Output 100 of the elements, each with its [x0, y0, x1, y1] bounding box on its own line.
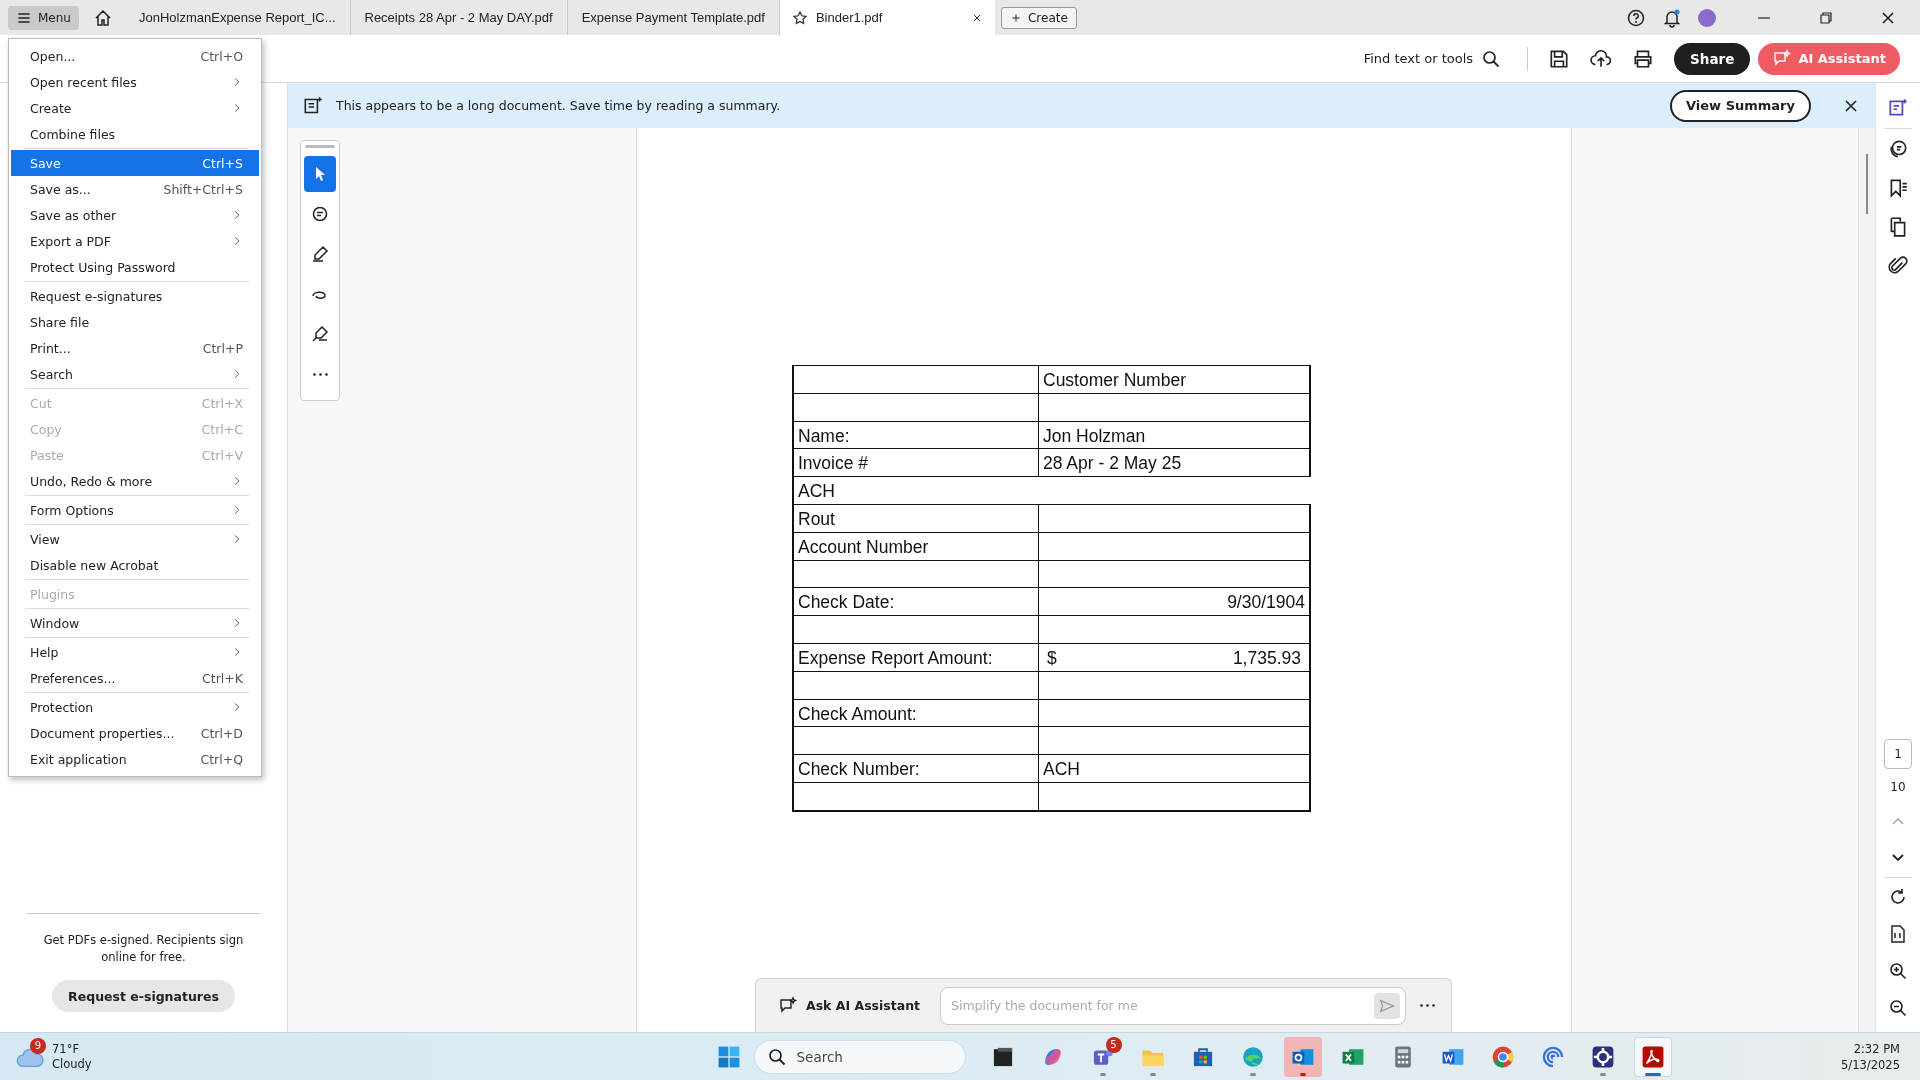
banner-text: This appears to be a long document. Save time by reading a summary.	[336, 98, 781, 113]
menu-item[interactable]: Open recent files	[11, 69, 259, 95]
menu-item[interactable]: Create	[11, 95, 259, 121]
zoom-out-icon[interactable]	[1888, 998, 1908, 1018]
table-cell-text: ACH	[797, 480, 836, 504]
comment-icon[interactable]	[1887, 138, 1909, 160]
weather-text: Cloudy	[52, 1056, 92, 1072]
taskbar-search-field[interactable]: Search	[753, 1039, 966, 1074]
search-icon	[1481, 48, 1502, 69]
prompt-field[interactable]: Simplify the document for me	[940, 986, 1406, 1025]
avatar[interactable]	[1698, 8, 1716, 27]
menu-item[interactable]: Window	[11, 610, 259, 639]
promo-text: Get PDFs e-signed. Recipients sign online for free.	[43, 932, 244, 966]
highlighter-icon	[310, 244, 330, 264]
table-cell: Rout	[794, 505, 1039, 532]
page-count: 10	[1890, 780, 1906, 794]
taskbar-button[interactable]	[1633, 1036, 1672, 1077]
menu-item[interactable]: Exit application Ctrl+Q	[11, 746, 259, 772]
notification-badge: 5	[1105, 1036, 1122, 1053]
menu-item[interactable]: Print... Ctrl+P	[11, 335, 259, 361]
menu-item[interactable]: Preferences... Ctrl+K	[11, 665, 259, 694]
menu-item[interactable]: Save Ctrl+S	[11, 150, 259, 176]
menu-item[interactable]: Disable new Acrobat	[11, 552, 259, 581]
running-indicator	[1599, 1072, 1606, 1076]
menu-item[interactable]: Request e-signatures	[11, 283, 259, 309]
menu-item[interactable]: Open... Ctrl+O	[11, 43, 259, 69]
table-cell: Invoice #	[794, 449, 1039, 477]
page-number-field[interactable]: 1	[1884, 739, 1912, 769]
table-cell: Account Number	[794, 532, 1039, 560]
tab[interactable]: JonHolzmanExpense Report_IC...	[124, 0, 351, 35]
clock-time: 2:32 PM	[1853, 1040, 1900, 1057]
menu-item[interactable]: Protection	[11, 694, 259, 720]
create-button[interactable]: Create	[1000, 6, 1077, 29]
table-cell: Expense Report Amount:	[794, 643, 1039, 671]
shortcut-text: Ctrl+S	[202, 155, 243, 171]
notification-badge: 9	[30, 1037, 46, 1054]
find-tools-button[interactable]: Find text or tools	[1357, 47, 1508, 70]
scrollbar[interactable]	[1858, 128, 1875, 1032]
menu-item[interactable]: Save as other	[11, 202, 259, 228]
shortcut-text: Ctrl+V	[201, 447, 243, 463]
share-button[interactable]: Share	[1674, 42, 1751, 75]
tab[interactable]: Expense Payment Template.pdf	[567, 0, 780, 35]
running-indicator	[1249, 1072, 1256, 1076]
menu-item[interactable]: Share file	[11, 309, 259, 335]
currency-symbol: $	[1047, 646, 1057, 670]
request-signatures-button[interactable]: Request e-signatures	[52, 980, 235, 1012]
rotate-icon[interactable]	[1888, 887, 1908, 907]
plus-icon	[1009, 11, 1022, 24]
tab[interactable]: Receipts 28 Apr - 2 May DAY.pdf	[350, 0, 568, 35]
cloud-upload-icon[interactable]	[1590, 47, 1613, 70]
menu-item[interactable]: Undo, Redo & more	[11, 468, 259, 497]
shortcut-text: Ctrl+X	[201, 395, 243, 411]
shortcut-text: Shift+Ctrl+S	[163, 181, 243, 197]
menu-item[interactable]: Help	[11, 639, 259, 665]
table-cell: 9/30/1904	[1039, 588, 1311, 616]
table-cell: Name:	[794, 421, 1039, 449]
ask-ai-button[interactable]: Ask AI Assistant	[772, 994, 927, 1017]
running-indicator	[1149, 1072, 1156, 1076]
print-icon[interactable]	[1632, 47, 1655, 70]
table-cell: Check Date:	[794, 588, 1039, 616]
shortcut-text: Ctrl+P	[202, 340, 243, 356]
shortcut-text: Ctrl+C	[201, 421, 243, 437]
taskbar-button[interactable]: 5	[1083, 1036, 1122, 1077]
table-cell: Check Amount:	[794, 699, 1039, 727]
table-cell: 28 Apr - 2 May 25	[1039, 449, 1311, 477]
menu-item[interactable]: Save as... Shift+Ctrl+S	[11, 176, 259, 202]
star-icon	[791, 9, 808, 26]
menu-item[interactable]: Search	[11, 361, 259, 390]
clock-date: 5/13/2025	[1841, 1056, 1900, 1073]
shortcut-text: Ctrl+O	[200, 48, 243, 64]
menu-item[interactable]: View	[11, 526, 259, 552]
shortcut-text: Ctrl+Q	[200, 751, 243, 767]
running-indicator	[1299, 1072, 1306, 1076]
shortcut-text: Ctrl+K	[202, 670, 243, 686]
tab[interactable]: Binder1.pdf	[779, 0, 995, 35]
more-icon	[312, 372, 328, 376]
send-icon[interactable]	[1374, 992, 1400, 1019]
menu-item[interactable]: Export a PDF	[11, 228, 259, 254]
search-icon	[766, 1046, 787, 1067]
save-icon[interactable]	[1548, 47, 1571, 70]
page-fit-icon[interactable]	[1888, 924, 1908, 944]
view-summary-button[interactable]: View Summary	[1670, 89, 1811, 122]
temperature-text: 71°F	[52, 1041, 80, 1057]
menu-item[interactable]: Form Options	[11, 497, 259, 526]
more-icon[interactable]	[1420, 1004, 1435, 1007]
table-cell: Jon Holzman	[1039, 421, 1311, 449]
table-cell: Customer Number	[1039, 366, 1311, 393]
menu-item[interactable]: Protect Using Password	[11, 254, 259, 283]
notification-bell-icon[interactable]	[1662, 7, 1682, 28]
menu-button[interactable]: Menu	[8, 5, 79, 30]
menu-item[interactable]: Document properties... Ctrl+D	[11, 720, 259, 746]
pen-icon	[310, 324, 330, 344]
running-indicator	[1099, 1072, 1106, 1076]
help-icon[interactable]	[1626, 7, 1646, 28]
menu-item[interactable]: Combine files	[11, 121, 259, 150]
amount-value: 1,735.93	[1232, 646, 1301, 670]
shortcut-text: Ctrl+D	[200, 725, 243, 741]
comment-icon	[310, 204, 330, 224]
zoom-in-icon[interactable]	[1888, 961, 1908, 981]
table-cell: ACH	[1039, 755, 1311, 782]
